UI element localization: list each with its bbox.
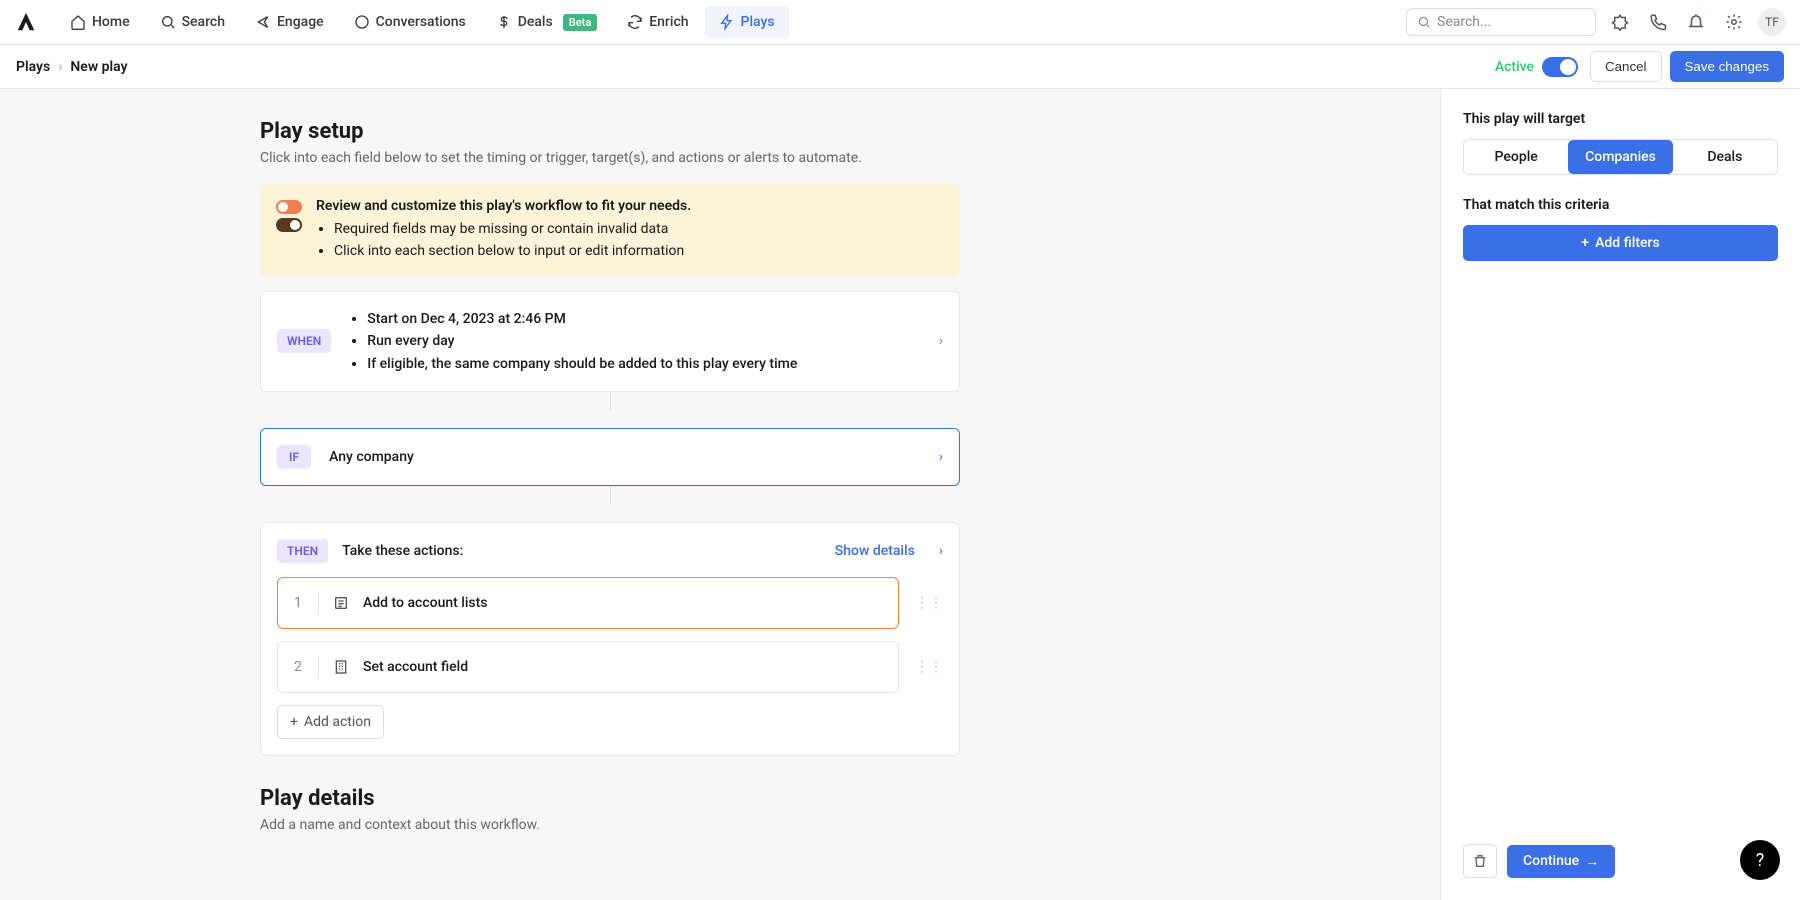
when-card[interactable]: WHEN Start on Dec 4, 2023 at 2:46 PM Run…: [260, 291, 960, 392]
target-heading: This play will target: [1463, 111, 1778, 127]
beta-badge: Beta: [563, 14, 598, 31]
banner-item: Required fields may be missing or contai…: [334, 218, 691, 240]
arrow-right-icon: →: [1585, 853, 1599, 870]
breadcrumb-root[interactable]: Plays: [16, 59, 50, 75]
dollar-icon: [496, 14, 512, 30]
nav-conversations[interactable]: Conversations: [340, 6, 480, 38]
target-segmented: People Companies Deals: [1463, 139, 1778, 175]
plus-icon: +: [1581, 235, 1589, 251]
list-icon: [333, 595, 349, 611]
side-panel: This play will target People Companies D…: [1440, 89, 1800, 900]
when-item: If eligible, the same company should be …: [367, 353, 797, 375]
page-title: Play setup: [260, 119, 960, 144]
action-label: Add to account lists: [363, 595, 488, 611]
building-icon: [333, 659, 349, 675]
show-details-link[interactable]: Show details: [835, 543, 915, 559]
send-icon: [255, 14, 271, 30]
banner-item: Click into each section below to input o…: [334, 240, 691, 262]
search-placeholder: Search...: [1437, 14, 1491, 30]
sub-toolbar: Plays › New play Active Cancel Save chan…: [0, 45, 1800, 89]
logo-icon[interactable]: [14, 10, 38, 34]
when-item: Start on Dec 4, 2023 at 2:46 PM: [367, 308, 797, 330]
action-label: Set account field: [363, 659, 468, 675]
nav-enrich-label: Enrich: [649, 14, 688, 30]
seg-deals[interactable]: Deals: [1673, 140, 1777, 174]
search-icon: [160, 14, 176, 30]
home-icon: [70, 14, 86, 30]
action-card[interactable]: 2 Set account field: [277, 641, 899, 693]
page-subtitle: Click into each field below to set the t…: [260, 150, 960, 166]
if-tag: IF: [277, 445, 311, 469]
help-button[interactable]: ?: [1740, 840, 1780, 880]
action-number: 2: [294, 659, 304, 675]
when-tag: WHEN: [277, 329, 331, 353]
cancel-button[interactable]: Cancel: [1590, 51, 1662, 82]
refresh-icon: [627, 14, 643, 30]
chat-icon: [354, 14, 370, 30]
drag-handle-icon[interactable]: ⋮⋮: [915, 595, 943, 611]
global-search-input[interactable]: Search...: [1406, 8, 1596, 36]
banner-toggle-icons: [276, 198, 302, 263]
breadcrumb: Plays › New play: [16, 59, 1495, 75]
extension-icon[interactable]: [1606, 8, 1634, 36]
if-text: Any company: [329, 449, 414, 465]
nav-search-label: Search: [182, 14, 225, 30]
breadcrumb-current: New play: [70, 59, 127, 75]
top-nav: Home Search Engage Conversations Deals B…: [0, 0, 1800, 45]
add-filters-button[interactable]: + Add filters: [1463, 225, 1778, 261]
continue-label: Continue: [1523, 853, 1579, 869]
continue-button[interactable]: Continue →: [1507, 845, 1615, 878]
nav-plays[interactable]: Plays: [705, 6, 789, 38]
user-avatar[interactable]: TF: [1758, 8, 1786, 36]
nav-conversations-label: Conversations: [376, 14, 466, 30]
nav-plays-label: Plays: [741, 14, 775, 30]
add-filters-label: Add filters: [1595, 235, 1660, 251]
bell-icon[interactable]: [1682, 8, 1710, 36]
nav-engage-label: Engage: [277, 14, 324, 30]
nav-deals-label: Deals: [518, 14, 553, 30]
nav-deals[interactable]: Deals Beta: [482, 6, 611, 39]
banner-title: Review and customize this play's workflo…: [316, 198, 691, 214]
chevron-right-icon: ›: [939, 333, 943, 349]
active-label: Active: [1495, 59, 1534, 75]
action-number: 1: [294, 595, 304, 611]
gear-icon[interactable]: [1720, 8, 1748, 36]
add-action-label: Add action: [304, 714, 371, 730]
then-text: Take these actions:: [342, 543, 463, 559]
drag-handle-icon[interactable]: ⋮⋮: [915, 659, 943, 675]
then-tag: THEN: [277, 539, 328, 563]
details-subtitle: Add a name and context about this workfl…: [260, 817, 960, 833]
bolt-icon: [719, 14, 735, 30]
plus-icon: +: [290, 714, 298, 730]
criteria-heading: That match this criteria: [1463, 197, 1778, 213]
when-item: Run every day: [367, 330, 797, 352]
trash-icon: [1472, 853, 1488, 869]
nav-search[interactable]: Search: [146, 6, 239, 38]
save-button[interactable]: Save changes: [1670, 51, 1784, 82]
action-card[interactable]: 1 Add to account lists: [277, 577, 899, 629]
phone-icon[interactable]: [1644, 8, 1672, 36]
search-icon: [1417, 15, 1431, 29]
seg-people[interactable]: People: [1464, 140, 1568, 174]
active-toggle[interactable]: [1542, 57, 1578, 77]
delete-button[interactable]: [1463, 844, 1497, 878]
nav-engage[interactable]: Engage: [241, 6, 338, 38]
if-card[interactable]: IF Any company ›: [260, 428, 960, 486]
chevron-right-icon: ›: [939, 449, 943, 465]
add-action-button[interactable]: + Add action: [277, 705, 384, 739]
seg-companies[interactable]: Companies: [1568, 140, 1672, 174]
then-card: THEN Take these actions: Show details › …: [260, 522, 960, 756]
nav-enrich[interactable]: Enrich: [613, 6, 702, 38]
details-title: Play details: [260, 786, 960, 811]
nav-home[interactable]: Home: [56, 6, 144, 38]
chevron-right-icon: ›: [58, 59, 62, 75]
nav-home-label: Home: [92, 14, 130, 30]
chevron-right-icon[interactable]: ›: [939, 543, 943, 559]
review-banner: Review and customize this play's workflo…: [260, 184, 960, 277]
main-content: Play setup Click into each field below t…: [0, 89, 1440, 900]
